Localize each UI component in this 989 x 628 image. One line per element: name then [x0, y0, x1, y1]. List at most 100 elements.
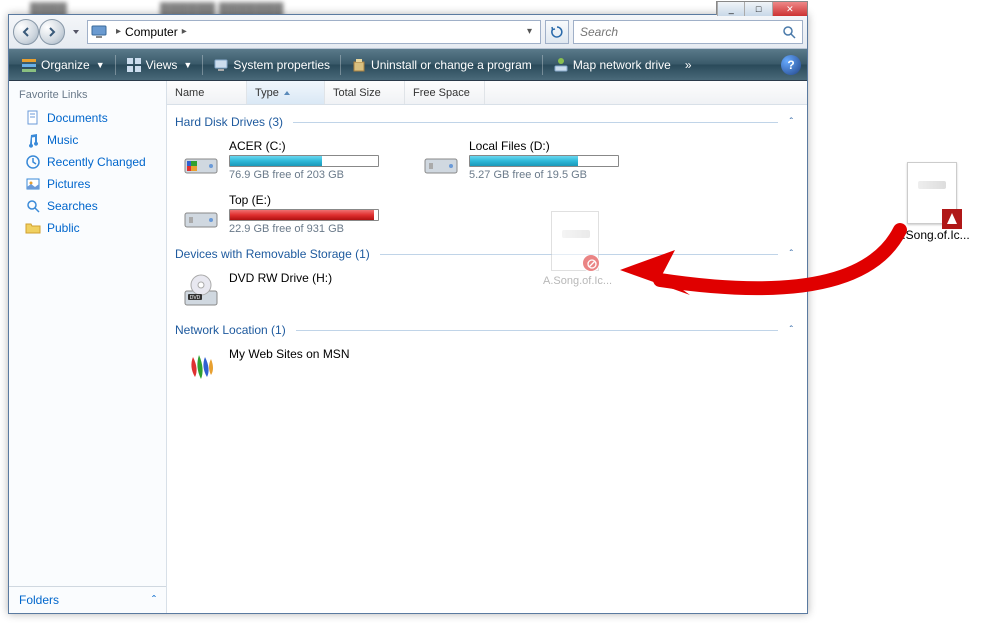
drive-name: Top (E:) — [229, 193, 409, 207]
no-drop-icon — [587, 259, 597, 269]
search-icon — [782, 25, 796, 39]
nav-history-dropdown[interactable] — [69, 19, 83, 45]
sort-asc-icon — [283, 89, 291, 97]
drag-ghost-file-icon — [551, 211, 599, 271]
drive-e[interactable]: Top (E:) 22.9 GB free of 931 GB — [175, 187, 415, 241]
organize-icon — [21, 57, 37, 73]
back-button[interactable] — [13, 19, 39, 45]
drive-dvd[interactable]: DVD DVD RW Drive (H:) — [175, 265, 415, 317]
drive-c[interactable]: ACER (C:) 76.9 GB free of 203 GB — [175, 133, 415, 187]
column-name[interactable]: Name — [167, 81, 247, 104]
music-icon — [25, 132, 41, 148]
forward-button[interactable] — [39, 19, 65, 45]
drive-free-text: 5.27 GB free of 19.5 GB — [469, 169, 649, 181]
toolbar-overflow[interactable]: » — [679, 55, 698, 75]
refresh-button[interactable] — [545, 20, 569, 44]
collapse-icon[interactable]: ˆ — [784, 117, 799, 128]
dvd-drive-icon: DVD — [181, 271, 221, 311]
group-hdd[interactable]: Hard Disk Drives (3) ˆ — [175, 109, 799, 133]
group-network[interactable]: Network Location (1) ˆ — [175, 317, 799, 341]
command-bar: Organize ▼ Views ▼ System properties Uni… — [9, 49, 807, 81]
help-button[interactable]: ? — [781, 55, 801, 75]
address-bar[interactable]: ▸ Computer ▸ ▾ — [87, 20, 541, 44]
content-pane: Name Type Total Size Free Space Hard Dis… — [167, 81, 807, 613]
recent-icon — [25, 154, 41, 170]
drive-usage-bar — [469, 155, 619, 167]
drive-name: My Web Sites on MSN — [229, 347, 409, 361]
minimize-button[interactable]: _ — [717, 2, 744, 16]
hdd-icon — [181, 193, 221, 233]
system-properties-button[interactable]: System properties — [207, 54, 336, 76]
window-controls: _ □ ✕ — [716, 1, 808, 15]
sidebar-item-recently-changed[interactable]: Recently Changed — [9, 151, 166, 173]
sidebar-item-pictures[interactable]: Pictures — [9, 173, 166, 195]
sidebar-item-public[interactable]: Public — [9, 217, 166, 239]
drive-free-text: 76.9 GB free of 203 GB — [229, 169, 409, 181]
sidebar-item-label: Recently Changed — [47, 155, 146, 169]
sidebar-item-music[interactable]: Music — [9, 129, 166, 151]
organize-button[interactable]: Organize ▼ — [15, 54, 111, 76]
public-folder-icon — [25, 220, 41, 236]
sidebar-item-label: Public — [47, 221, 80, 235]
sidebar-item-searches[interactable]: Searches — [9, 195, 166, 217]
drive-name: DVD RW Drive (H:) — [229, 271, 409, 285]
toolbar-sep — [202, 55, 203, 75]
favorites-header: Favorite Links — [9, 81, 166, 107]
drive-name: Local Files (D:) — [469, 139, 649, 153]
sidebar-item-label: Documents — [47, 111, 108, 125]
toolbar-sep — [115, 55, 116, 75]
drive-usage-bar — [229, 155, 379, 167]
drive-usage-bar — [229, 209, 379, 221]
search-input[interactable] — [580, 25, 782, 39]
map-drive-button[interactable]: Map network drive — [547, 54, 677, 76]
sidebar-item-label: Searches — [47, 199, 98, 213]
search-box[interactable] — [573, 20, 803, 44]
breadcrumb-location[interactable]: Computer — [125, 25, 178, 39]
network-msn[interactable]: My Web Sites on MSN — [175, 341, 415, 393]
sidebar-item-label: Pictures — [47, 177, 90, 191]
hdd-icon — [181, 139, 221, 179]
folders-pane-toggle[interactable]: Folders ˆ — [9, 586, 166, 613]
uninstall-button[interactable]: Uninstall or change a program — [345, 54, 538, 76]
desktop-file-label: A.Song.of.Ic... — [892, 228, 972, 242]
desktop-file[interactable]: A.Song.of.Ic... — [892, 162, 972, 242]
maximize-button[interactable]: □ — [744, 2, 771, 16]
collapse-icon[interactable]: ˆ — [784, 249, 799, 260]
removable-grid: DVD DVD RW Drive (H:) — [175, 265, 799, 317]
hdd-icon — [421, 139, 461, 179]
chevron-down-icon: ▼ — [96, 60, 105, 70]
drive-d[interactable]: Local Files (D:) 5.27 GB free of 19.5 GB — [415, 133, 655, 187]
address-dropdown[interactable]: ▾ — [521, 26, 538, 37]
close-button[interactable]: ✕ — [772, 2, 807, 16]
breadcrumb-sep-2[interactable]: ▸ — [178, 26, 191, 37]
toolbar-sep — [542, 55, 543, 75]
chevron-up-icon: ˆ — [152, 593, 156, 607]
explorer-window: _ □ ✕ ▸ Computer ▸ ▾ — [8, 14, 808, 614]
toolbar-sep — [340, 55, 341, 75]
pdf-badge-icon — [942, 209, 962, 229]
column-totalsize[interactable]: Total Size — [325, 81, 405, 104]
group-removable[interactable]: Devices with Removable Storage (1) ˆ — [175, 241, 799, 265]
sidebar: Favorite Links Documents Music Recently … — [9, 81, 167, 613]
msn-icon — [181, 347, 221, 387]
drag-ghost: A.Song.of.Ic... — [543, 211, 607, 287]
drive-free-text: 22.9 GB free of 931 GB — [229, 223, 409, 235]
pictures-icon — [25, 176, 41, 192]
views-button[interactable]: Views ▼ — [120, 54, 199, 76]
collapse-icon[interactable]: ˆ — [784, 325, 799, 336]
chevron-down-icon: ▼ — [183, 60, 192, 70]
pdf-file-icon — [907, 162, 957, 224]
sidebar-item-label: Music — [47, 133, 78, 147]
sidebar-item-documents[interactable]: Documents — [9, 107, 166, 129]
system-properties-icon — [213, 57, 229, 73]
window-body: Favorite Links Documents Music Recently … — [9, 81, 807, 613]
network-grid: My Web Sites on MSN — [175, 341, 799, 393]
column-freespace[interactable]: Free Space — [405, 81, 485, 104]
drag-ghost-label: A.Song.of.Ic... — [543, 275, 607, 287]
views-icon — [126, 57, 142, 73]
breadcrumb-sep: ▸ — [112, 26, 125, 37]
nav-bar: ▸ Computer ▸ ▾ — [9, 15, 807, 49]
svg-text:DVD: DVD — [190, 295, 201, 301]
column-type[interactable]: Type — [247, 81, 325, 104]
hdd-grid: ACER (C:) 76.9 GB free of 203 GB Local F… — [175, 133, 799, 241]
